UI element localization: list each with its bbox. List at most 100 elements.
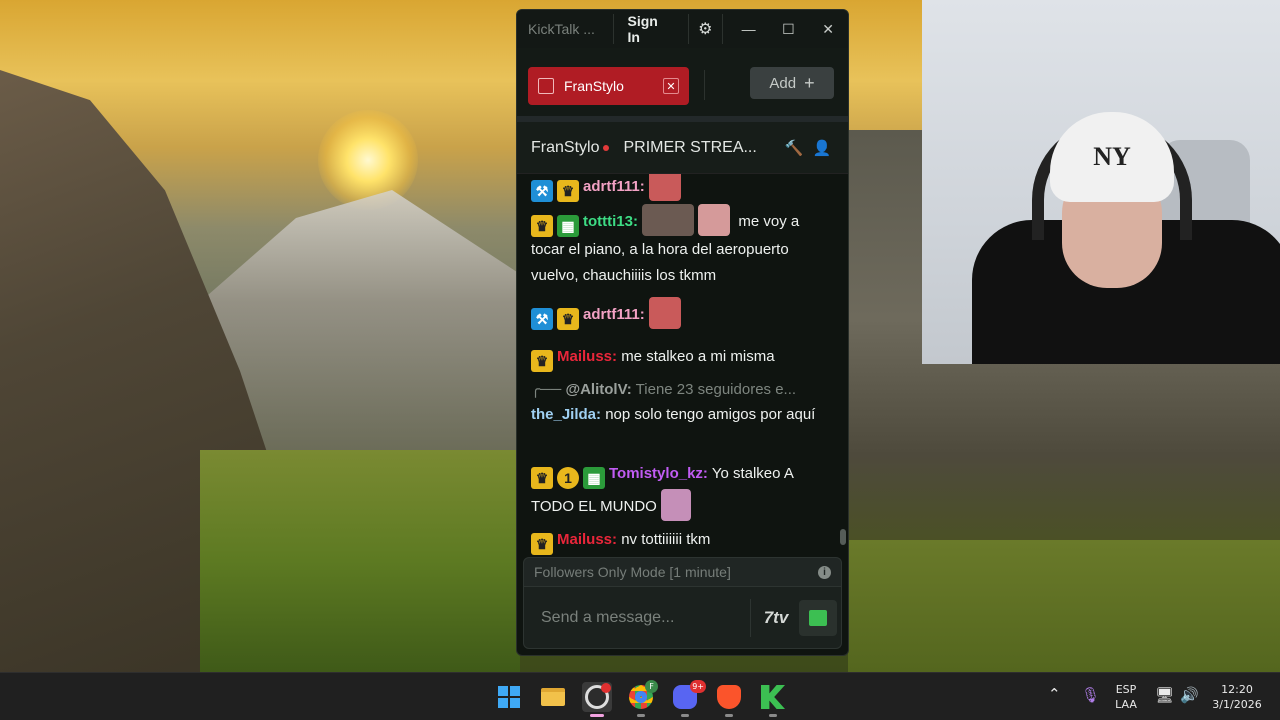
followers-only-banner: Followers Only Mode [1 minute] i	[523, 557, 842, 587]
kick-emote-icon[interactable]	[799, 599, 837, 636]
chat-message: ⚒ ♛ adrtf111:	[531, 174, 831, 202]
language-indicator[interactable]: ESP LAA	[1112, 682, 1140, 712]
user-icon[interactable]: 👤	[808, 139, 836, 157]
volume-icon[interactable]: 🔊	[1180, 686, 1199, 704]
language-code: ESP	[1115, 683, 1137, 696]
hammer-icon[interactable]: 🔨	[780, 139, 808, 157]
crown-badge-icon: ♛	[557, 308, 579, 330]
emote-image	[648, 297, 681, 329]
chat-message: ♛ ▦ tottti13: me voy a tocar el piano, a l…	[531, 204, 831, 289]
add-channel-button[interactable]: Add +	[750, 67, 834, 99]
chat-feed[interactable]: ⚒ ♛ adrtf111: ♛ ▦ tottti13: me voy a tocar e…	[517, 174, 848, 557]
close-button[interactable]: ✕	[808, 10, 848, 48]
pixel-badge-icon: ▦	[583, 467, 605, 489]
webcam-overlay: NY	[922, 0, 1280, 364]
chat-message-text: nop solo tengo amigos por aquí	[605, 406, 816, 423]
crown-badge-icon: ♛	[531, 350, 553, 372]
maximize-icon: ☐	[782, 20, 795, 37]
brave-icon	[717, 685, 741, 709]
chat-username[interactable]: tottti13:	[583, 213, 638, 230]
seventv-icon[interactable]: 7tv	[757, 600, 795, 636]
reply-text: Tiene 23 seguidores e...	[635, 381, 797, 398]
chat-username[interactable]: adrtf111:	[583, 306, 645, 323]
emote-image	[661, 489, 692, 521]
pixel-badge-icon: ▦	[557, 215, 579, 237]
recording-indicator	[601, 683, 611, 693]
app-running-indicator	[637, 714, 645, 717]
emote-image	[698, 204, 731, 236]
add-channel-label: Add	[769, 74, 797, 92]
chat-username[interactable]: the_Jilda:	[531, 406, 601, 423]
channel-tabs-bar: FranStylo ✕ Add +	[517, 48, 848, 122]
chat-message: ♛ Mailuss: me stalkeo a mi misma	[531, 344, 831, 372]
discord-button[interactable]: 9+	[670, 680, 706, 712]
channel-avatar-icon	[538, 78, 554, 94]
followers-only-label: Followers Only Mode [1 minute]	[534, 564, 731, 580]
settings-button[interactable]: ⚙	[689, 14, 723, 44]
chat-message: the_Jilda: nop solo tengo amigos por aqu…	[531, 402, 831, 428]
chat-message: ♛ Mailuss: nv tottiiiiii tkm	[531, 527, 831, 555]
chat-message-text: nv tottiiiiii tkm	[621, 531, 711, 548]
subscriber-badge-icon: 1	[557, 467, 579, 489]
message-input[interactable]	[541, 608, 750, 627]
file-explorer-button[interactable]	[538, 682, 568, 712]
gear-icon: ⚙	[698, 21, 713, 38]
app-running-indicator	[681, 714, 689, 717]
obs-button[interactable]	[582, 682, 612, 712]
crown-badge-icon: ♛	[557, 180, 579, 202]
chat-username[interactable]: Mailuss:	[557, 348, 617, 365]
chevron-up-icon[interactable]: ⌃	[1048, 685, 1061, 703]
chat-username[interactable]: Tomistylo_kz:	[609, 465, 708, 482]
microphone-icon[interactable]: 🎙	[1081, 686, 1100, 704]
start-button[interactable]	[494, 682, 524, 712]
kicktalk-taskbar-button[interactable]	[758, 682, 788, 712]
chat-message-text: me stalkeo a mi misma	[621, 348, 775, 365]
wallpaper-village	[848, 540, 1280, 672]
discord-notification-badge: 9+	[690, 680, 706, 693]
channel-tab-label: FranStylo	[564, 78, 624, 94]
tabs-divider	[704, 70, 705, 100]
chat-username[interactable]: adrtf111:	[583, 178, 645, 195]
live-indicator	[603, 144, 610, 151]
composer-divider	[750, 598, 751, 637]
wallpaper-sun	[318, 110, 418, 210]
keyboard-layout: LAA	[1115, 698, 1137, 711]
title-bar: KickTalk ... Sign In ⚙ — ☐ ✕	[517, 10, 848, 48]
clock-time: 12:20	[1221, 683, 1253, 696]
network-icon[interactable]: 🖥	[1155, 686, 1174, 704]
crown-badge-icon: ♛	[531, 215, 553, 237]
taskbar: F 9+ ⌃ 🎙 ESP LAA 🖥 🔊 12:20 3/1/2026	[0, 672, 1280, 720]
reply-preview[interactable]: ╭── @AlitolV: Tiene 23 seguidores e...	[531, 380, 796, 398]
app-running-indicator	[769, 714, 777, 717]
brave-button[interactable]	[714, 682, 744, 712]
chrome-button[interactable]: F	[626, 680, 658, 712]
emote-image	[642, 204, 695, 236]
stream-title: PRIMER STREA...	[623, 138, 757, 156]
chat-scrollbar[interactable]	[840, 529, 846, 545]
kick-k-icon	[761, 685, 785, 709]
clock-date: 3/1/2026	[1212, 698, 1262, 711]
maximize-button[interactable]: ☐	[768, 10, 808, 48]
active-app-indicator	[590, 714, 604, 717]
channel-header: FranStylo PRIMER STREA... 🔨 👤	[517, 122, 848, 174]
reply-arrow-icon: ╭──	[531, 381, 562, 398]
channel-name: FranStylo	[531, 138, 600, 156]
minimize-icon: —	[741, 21, 756, 37]
emote-image	[648, 174, 681, 201]
wallpaper-valley	[200, 450, 520, 672]
webcam-beanie-logo: NY	[1050, 112, 1174, 202]
channel-tab-franstylo[interactable]: FranStylo ✕	[528, 67, 689, 105]
kicktalk-window: KickTalk ... Sign In ⚙ — ☐ ✕ FranStylo ✕…	[516, 9, 849, 656]
app-running-indicator	[725, 714, 733, 717]
minimize-button[interactable]: —	[729, 10, 769, 48]
close-tab-button[interactable]: ✕	[663, 78, 679, 94]
clock[interactable]: 12:20 3/1/2026	[1205, 682, 1269, 712]
message-composer: 7tv	[523, 587, 842, 649]
chat-message: ♛ 1 ▦ Tomistylo_kz: Yo stalkeo A TODO EL MU…	[531, 461, 831, 521]
chat-message: ⚒ ♛ adrtf111:	[531, 297, 831, 330]
crown-badge-icon: ♛	[531, 533, 553, 555]
crown-badge-icon: ♛	[531, 467, 553, 489]
info-icon[interactable]: i	[818, 565, 831, 579]
sign-in-button[interactable]: Sign In	[612, 13, 689, 45]
chat-username[interactable]: Mailuss:	[557, 531, 617, 548]
